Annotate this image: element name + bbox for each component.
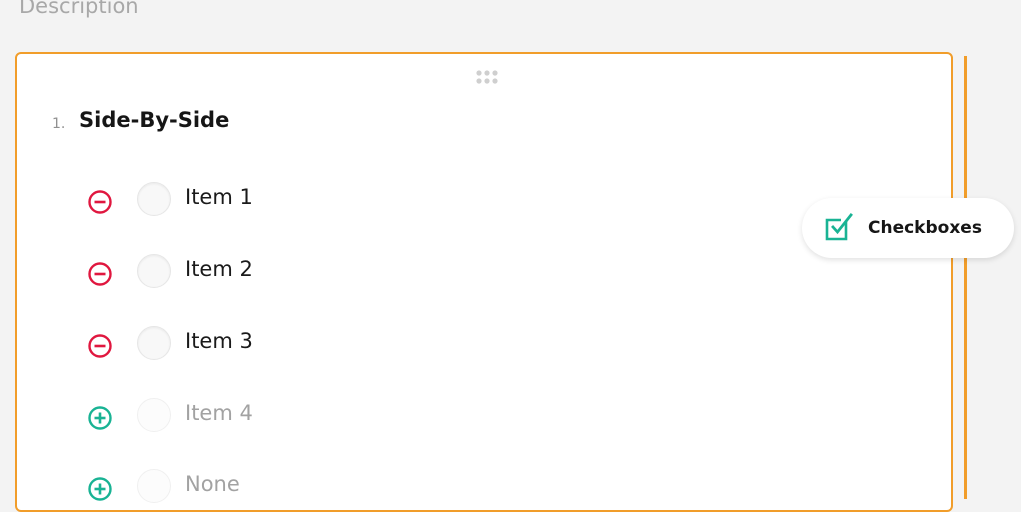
- choice-item: Item 3: [87, 326, 487, 366]
- checkbox-checked-icon: [825, 213, 853, 241]
- choice-label[interactable]: Item 4: [185, 401, 253, 425]
- choice-label[interactable]: Item 3: [185, 329, 253, 353]
- choice-item: Item 1: [87, 182, 487, 222]
- description-placeholder[interactable]: Description: [19, 0, 139, 18]
- choice-radio: [137, 469, 171, 503]
- choice-label[interactable]: Item 1: [185, 185, 253, 209]
- choice-label[interactable]: None: [185, 472, 240, 496]
- question-title[interactable]: Side-By-Side: [79, 108, 229, 132]
- remove-choice-icon[interactable]: [87, 333, 113, 359]
- choice-radio[interactable]: [137, 182, 171, 216]
- add-choice-icon[interactable]: [87, 476, 113, 502]
- remove-choice-icon[interactable]: [87, 261, 113, 287]
- choice-item: None: [87, 469, 487, 509]
- question-type-button[interactable]: Checkboxes: [802, 198, 1014, 258]
- choice-radio[interactable]: [137, 254, 171, 288]
- question-type-label: Checkboxes: [868, 218, 982, 238]
- question-card[interactable]: 1. Side-By-Side Item 1 Item 2 Item 3 Ite…: [15, 52, 953, 512]
- remove-choice-icon[interactable]: [87, 189, 113, 215]
- choice-label[interactable]: Item 2: [185, 257, 253, 281]
- add-choice-icon[interactable]: [87, 405, 113, 431]
- choice-radio[interactable]: [137, 326, 171, 360]
- choice-item: Item 2: [87, 254, 487, 294]
- question-side-indicator: [964, 56, 967, 499]
- drag-handle-icon[interactable]: [475, 69, 499, 85]
- choice-radio: [137, 398, 171, 432]
- question-number: 1.: [52, 116, 66, 132]
- choice-item: Item 4: [87, 398, 487, 438]
